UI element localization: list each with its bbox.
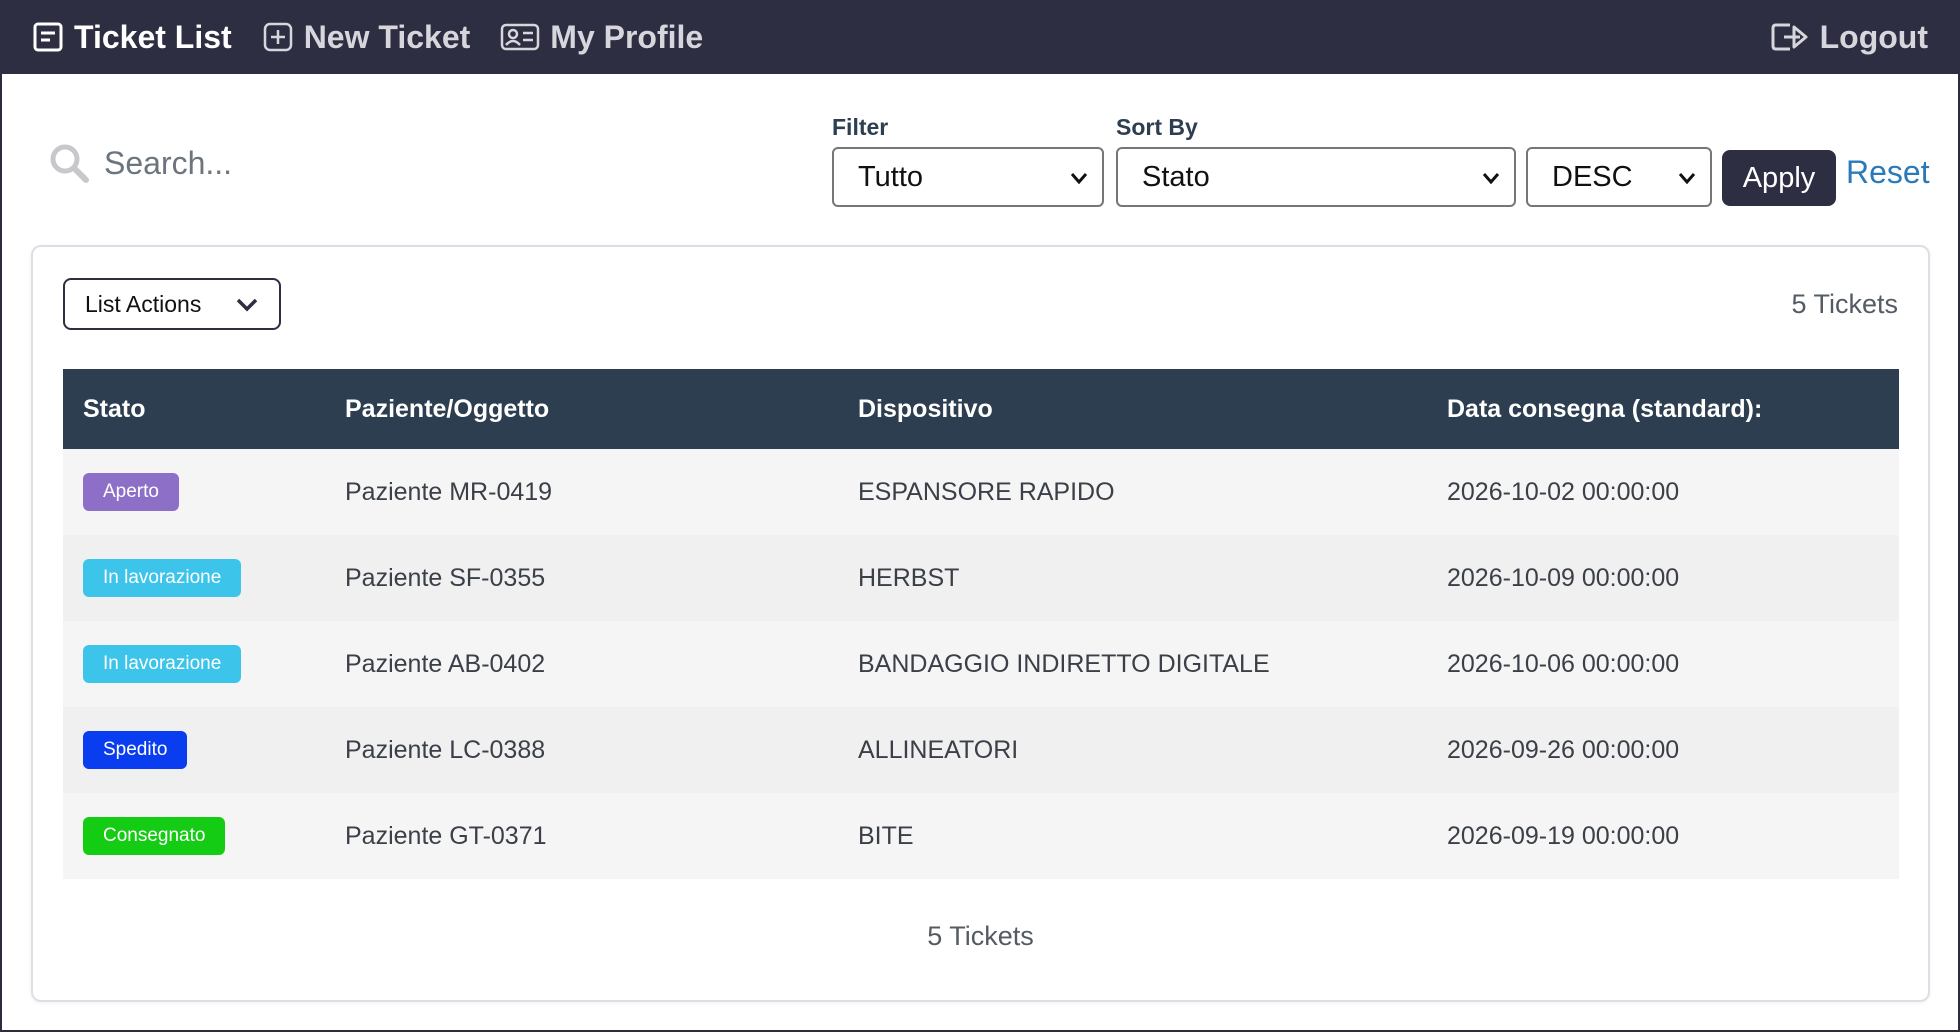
table-body: Aperto Paziente MR-0419 ESPANSORE RAPIDO… bbox=[63, 449, 1899, 879]
plus-square-icon bbox=[263, 22, 292, 52]
table-row[interactable]: Consegnato Paziente GT-0371 BITE 2026-09… bbox=[63, 793, 1899, 879]
device-cell: ESPANSORE RAPIDO bbox=[858, 477, 1115, 506]
status-badge: In lavorazione bbox=[83, 645, 242, 683]
date-cell: 2026-10-06 00:00:00 bbox=[1447, 649, 1680, 678]
sort-label: Sort By bbox=[1116, 114, 1198, 140]
ticket-list-card: List Actions 5 Tickets Stato Paziente/Og… bbox=[31, 245, 1930, 1002]
nav-logout[interactable]: Logout bbox=[1770, 19, 1928, 56]
status-cell: In lavorazione bbox=[63, 535, 325, 621]
date-cell: 2026-09-19 00:00:00 bbox=[1447, 821, 1680, 850]
filter-label: Filter bbox=[832, 114, 889, 140]
list-actions-dropdown[interactable]: List Actions bbox=[63, 278, 281, 330]
chevron-down-icon bbox=[1070, 173, 1088, 185]
device-cell: BITE bbox=[858, 821, 914, 850]
column-header-paziente[interactable]: Paziente/Oggetto bbox=[325, 369, 838, 449]
device-cell: HERBST bbox=[858, 563, 960, 592]
table-header-row: Stato Paziente/Oggetto Dispositivo Data … bbox=[63, 369, 1899, 449]
id-card-icon bbox=[501, 23, 540, 51]
column-header-data-consegna[interactable]: Data consegna (standard): bbox=[1427, 369, 1899, 449]
chevron-down-icon bbox=[1678, 173, 1696, 185]
status-cell: In lavorazione bbox=[63, 621, 325, 707]
nav-logout-label: Logout bbox=[1819, 18, 1928, 55]
table-row[interactable]: Aperto Paziente MR-0419 ESPANSORE RAPIDO… bbox=[63, 449, 1899, 535]
date-cell: 2026-10-09 00:00:00 bbox=[1447, 563, 1680, 592]
status-badge: Aperto bbox=[83, 473, 179, 511]
ticket-table: Stato Paziente/Oggetto Dispositivo Data … bbox=[63, 369, 1899, 879]
search-input[interactable] bbox=[104, 144, 624, 182]
ticket-count: 5 Tickets bbox=[1791, 289, 1898, 319]
ticket-count-footer: 5 Tickets bbox=[927, 921, 1034, 951]
list-actions-label: List Actions bbox=[85, 290, 202, 317]
chevron-down-icon bbox=[1482, 173, 1500, 185]
chevron-down-icon bbox=[236, 298, 258, 312]
filter-select-value: Tutto bbox=[858, 160, 924, 193]
patient-cell: Paziente MR-0419 bbox=[345, 477, 553, 506]
sort-select-value: Stato bbox=[1142, 160, 1210, 193]
status-badge: Spedito bbox=[83, 731, 188, 769]
status-badge: In lavorazione bbox=[83, 559, 242, 597]
table-row[interactable]: In lavorazione Paziente AB-0402 BANDAGGI… bbox=[63, 621, 1899, 707]
table-row[interactable]: Spedito Paziente LC-0388 ALLINEATORI 202… bbox=[63, 707, 1899, 793]
nav-my-profile[interactable]: My Profile bbox=[500, 19, 703, 56]
nav-new-ticket[interactable]: New Ticket bbox=[262, 18, 471, 56]
device-cell: BANDAGGIO INDIRETTO DIGITALE bbox=[858, 649, 1270, 678]
filter-select[interactable]: Tutto bbox=[832, 147, 1104, 207]
patient-cell: Paziente LC-0388 bbox=[345, 735, 546, 764]
status-badge: Consegnato bbox=[83, 817, 226, 855]
search-icon bbox=[50, 144, 89, 183]
search-box bbox=[48, 142, 624, 184]
sort-order-select[interactable]: DESC bbox=[1526, 147, 1712, 207]
nav-new-ticket-label: New Ticket bbox=[303, 18, 471, 55]
nav-ticket-list-label: Ticket List bbox=[74, 18, 232, 55]
nav-ticket-list[interactable]: Ticket List bbox=[32, 19, 232, 56]
toolbar: Filter Tutto Sort By Stato DESC Apply Re… bbox=[0, 74, 1960, 244]
logout-icon bbox=[1771, 23, 1808, 51]
reset-link[interactable]: Reset bbox=[1846, 154, 1930, 191]
column-header-stato[interactable]: Stato bbox=[63, 369, 325, 449]
patient-cell: Paziente AB-0402 bbox=[345, 649, 546, 678]
status-cell: Consegnato bbox=[63, 793, 325, 879]
patient-cell: Paziente GT-0371 bbox=[345, 821, 547, 850]
date-cell: 2026-10-02 00:00:00 bbox=[1447, 477, 1680, 506]
nav-my-profile-label: My Profile bbox=[550, 18, 704, 55]
list-icon bbox=[33, 22, 63, 52]
device-cell: ALLINEATORI bbox=[858, 735, 1019, 764]
top-navbar: Ticket List New Ticket My Profile Logout bbox=[0, 0, 1960, 74]
patient-cell: Paziente SF-0355 bbox=[345, 563, 546, 592]
status-cell: Spedito bbox=[63, 707, 325, 793]
table-row[interactable]: In lavorazione Paziente SF-0355 HERBST 2… bbox=[63, 535, 1899, 621]
sort-order-value: DESC bbox=[1552, 160, 1633, 193]
status-cell: Aperto bbox=[63, 449, 325, 535]
date-cell: 2026-09-26 00:00:00 bbox=[1447, 735, 1680, 764]
apply-button[interactable]: Apply bbox=[1722, 150, 1836, 206]
column-header-dispositivo[interactable]: Dispositivo bbox=[838, 369, 1427, 449]
sort-select[interactable]: Stato bbox=[1116, 147, 1516, 207]
